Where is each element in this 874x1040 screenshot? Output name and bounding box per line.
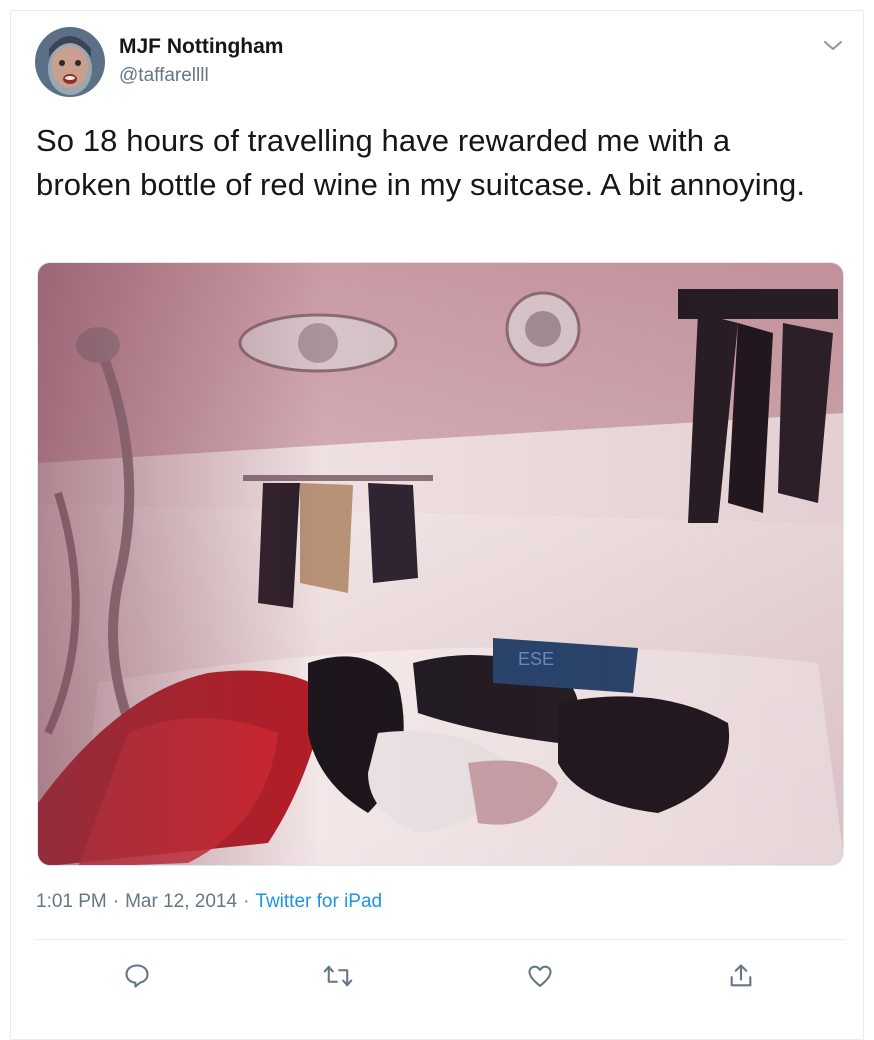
- meta-separator: ·: [243, 891, 250, 912]
- retweet-icon: [323, 965, 353, 987]
- share-icon: [730, 964, 752, 987]
- like-button[interactable]: [520, 956, 560, 996]
- tweet-meta: 1:01 PM · Mar 12, 2014 · Twitter for iPad: [36, 891, 382, 913]
- chevron-down-icon: [824, 41, 842, 50]
- bathtub-photo: ESE: [38, 263, 843, 865]
- author-display-name[interactable]: MJF Nottingham: [119, 35, 283, 59]
- tweet-card: MJF Nottingham @taffarellll So 18 hours …: [10, 10, 864, 1040]
- avatar[interactable]: [35, 27, 105, 97]
- tweet-text: So 18 hours of travelling have rewarded …: [36, 123, 806, 202]
- tweet-time[interactable]: 1:01 PM: [36, 891, 107, 912]
- tweet-date[interactable]: Mar 12, 2014: [125, 891, 237, 912]
- tweet-photo[interactable]: ESE: [37, 262, 844, 866]
- tweet-menu-button[interactable]: [819, 35, 847, 57]
- share-button[interactable]: [721, 956, 761, 996]
- tweet-source-link[interactable]: Twitter for iPad: [255, 891, 382, 912]
- divider: [36, 939, 844, 940]
- tweet-actions: [11, 956, 865, 996]
- heart-icon: [528, 965, 552, 987]
- reply-icon: [125, 964, 149, 988]
- retweet-button[interactable]: [318, 956, 358, 996]
- reply-button[interactable]: [117, 956, 157, 996]
- author-handle[interactable]: @taffarellll: [119, 65, 209, 87]
- avatar-image: [35, 27, 105, 97]
- meta-separator: ·: [112, 891, 120, 912]
